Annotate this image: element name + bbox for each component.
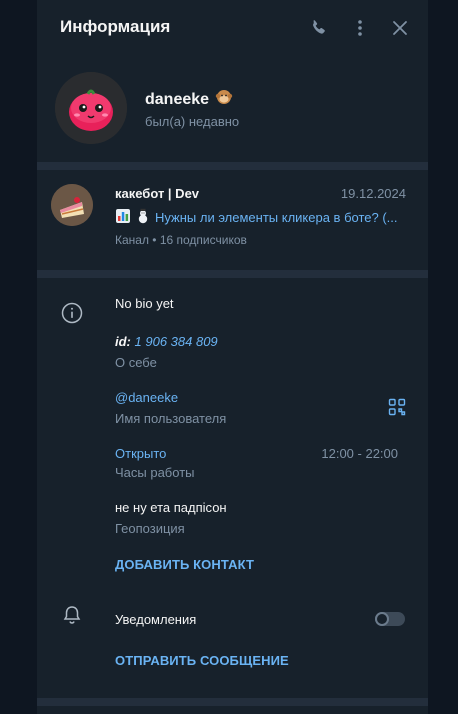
profile-section: daneeke был(а) недавно: [37, 56, 428, 162]
username-link[interactable]: @daneeke: [115, 390, 178, 405]
section-divider: [37, 270, 428, 278]
profile-name: daneeke: [145, 90, 210, 108]
info-icon: [61, 302, 83, 324]
bell-icon: [61, 604, 83, 626]
channel-card[interactable]: какебот | Dev 19.12.2024 Нужны ли элемен…: [37, 170, 428, 270]
qr-code-icon[interactable]: [388, 398, 406, 416]
channel-name: какебот | Dev: [115, 186, 200, 201]
section-divider: [37, 162, 428, 170]
monkey-emoji-icon: [215, 88, 233, 111]
notifications-label: Уведомления: [115, 612, 197, 627]
bio-text: No bio yet: [115, 296, 174, 311]
user-id-prefix: id:: [115, 334, 131, 349]
user-id-label: О себе: [115, 355, 157, 370]
hours-label: Часы работы: [115, 465, 195, 480]
location-text: не ну ета падпісон: [115, 500, 227, 515]
section-divider: [37, 698, 428, 706]
hours-status[interactable]: Открыто: [115, 446, 166, 461]
panel-title: Информация: [60, 17, 171, 36]
bar-chart-emoji-icon: [115, 208, 131, 227]
phone-icon[interactable]: [307, 16, 331, 40]
channel-last-message: Нужны ли элементы кликера в боте? (...: [115, 207, 408, 227]
panel-header: Информация: [37, 0, 428, 56]
username-label: Имя пользователя: [115, 411, 227, 426]
info-section: No bio yet id: 1 906 384 809 О себе @dan…: [37, 278, 428, 698]
more-vertical-icon[interactable]: [348, 16, 372, 40]
hours-value: 12:00 - 22:00: [321, 446, 398, 461]
channel-subtitle: Канал • 16 подписчиков: [115, 233, 247, 247]
close-icon[interactable]: [388, 16, 412, 40]
avatar[interactable]: [55, 72, 127, 144]
notifications-toggle[interactable]: [375, 612, 405, 626]
add-contact-button[interactable]: ДОБАВИТЬ КОНТАКТ: [115, 557, 254, 572]
snowman-emoji-icon: [135, 208, 151, 227]
user-id-row: id: 1 906 384 809: [115, 334, 218, 349]
profile-name-row: daneeke: [145, 88, 233, 111]
channel-message-text: Нужны ли элементы кликера в боте? (...: [155, 209, 398, 225]
location-label: Геопозиция: [115, 521, 185, 536]
toggle-knob: [375, 612, 389, 626]
profile-status: был(а) недавно: [145, 114, 240, 129]
send-message-button[interactable]: ОТПРАВИТЬ СООБЩЕНИЕ: [115, 653, 289, 668]
channel-avatar: [51, 184, 93, 226]
user-id-value[interactable]: 1 906 384 809: [135, 334, 218, 349]
info-panel: Информация daneeke был(а) недавно какебо…: [37, 0, 428, 714]
channel-date: 19.12.2024: [340, 186, 406, 201]
